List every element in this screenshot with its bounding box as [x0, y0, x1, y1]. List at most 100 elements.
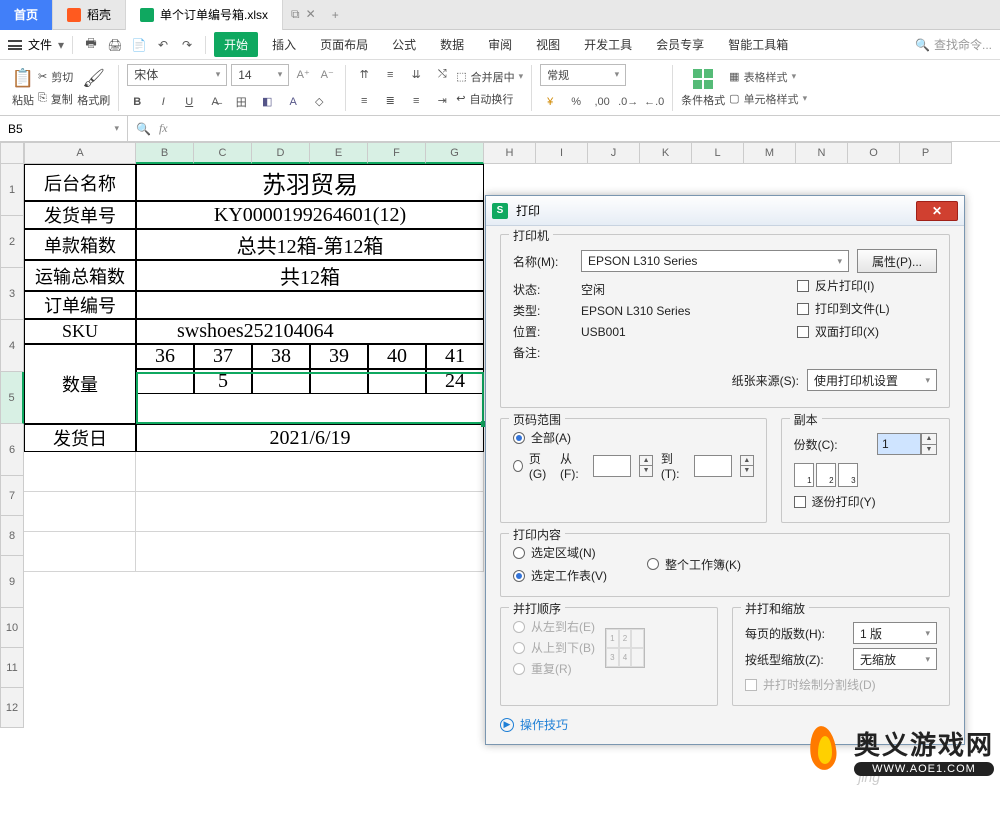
command-search[interactable]: 🔍查找命令... [915, 36, 992, 53]
range-all-radio[interactable]: 全部(A) [513, 429, 754, 446]
save-icon[interactable]: 🖶 [81, 34, 101, 55]
col-L[interactable]: L [692, 142, 744, 164]
row-3[interactable]: 3 [0, 268, 24, 320]
cell-D8[interactable] [252, 369, 310, 394]
border-button[interactable]: 田 [231, 92, 251, 112]
ribbon-tab-smart[interactable]: 智能工具箱 [718, 32, 798, 57]
file-menu[interactable]: 文件 [28, 36, 52, 53]
hamburger-icon[interactable] [8, 40, 22, 50]
ribbon-tab-layout[interactable]: 页面布局 [310, 32, 378, 57]
row-10[interactable]: 10 [0, 608, 24, 648]
cell-G8[interactable]: 24 [426, 369, 484, 394]
cell-A6[interactable]: SKU [24, 319, 136, 344]
tab-workbook[interactable]: 单个订单编号箱.xlsx [126, 0, 283, 30]
col-B[interactable]: B [136, 142, 194, 164]
redo-icon[interactable]: ↷ [177, 38, 197, 52]
cell-A1[interactable]: 后台名称 [24, 164, 136, 201]
ribbon-tab-member[interactable]: 会员专享 [646, 32, 714, 57]
paste-button[interactable]: 📋粘贴 [12, 68, 34, 108]
col-O[interactable]: O [848, 142, 900, 164]
page-to-spin[interactable]: ▲▼ [740, 455, 754, 477]
tab-home[interactable]: 首页 [0, 0, 53, 30]
content-sheet-radio[interactable]: 选定工作表(V) [513, 567, 607, 584]
row-7[interactable]: 7 [0, 476, 24, 516]
collate-check[interactable]: 逐份打印(Y) [794, 493, 937, 510]
col-M[interactable]: M [744, 142, 796, 164]
select-all-corner[interactable] [0, 142, 24, 164]
cell-A9[interactable]: 发货日 [24, 424, 136, 452]
currency-icon[interactable]: ¥ [540, 92, 560, 112]
cut-button[interactable]: ✂剪切 [38, 69, 73, 85]
align-right-icon[interactable]: ≡ [406, 91, 426, 111]
cell-B8[interactable] [136, 369, 194, 394]
bold-button[interactable]: B [127, 92, 147, 112]
ribbon-tab-dev[interactable]: 开发工具 [574, 32, 642, 57]
format-painter-button[interactable]: 🖌格式刷 [77, 68, 110, 108]
merge-center-button[interactable]: ⬚合并居中▾ [456, 69, 523, 85]
col-D[interactable]: D [252, 142, 310, 164]
row-5[interactable]: 5 [0, 372, 24, 424]
wrap-text-button[interactable]: ↩自动换行 [456, 91, 523, 107]
fill-color-button[interactable]: ◧ [257, 92, 277, 112]
percent-icon[interactable]: % [566, 92, 586, 112]
scale-to-select[interactable]: 无缩放▾ [853, 648, 937, 670]
row-6[interactable]: 6 [0, 424, 24, 476]
col-E[interactable]: E [310, 142, 368, 164]
new-tab-button[interactable]: + [322, 8, 349, 22]
printer-select[interactable]: EPSON L310 Series▾ [581, 250, 849, 272]
col-J[interactable]: J [588, 142, 640, 164]
undo-icon[interactable]: ↶ [153, 38, 173, 52]
cell-F7[interactable]: 40 [368, 344, 426, 369]
font-select[interactable]: 宋体▾ [127, 64, 227, 86]
align-top-icon[interactable]: ⇈ [354, 65, 374, 85]
increase-font-icon[interactable]: A⁺ [293, 65, 313, 85]
row-9[interactable]: 9 [0, 556, 24, 608]
align-bottom-icon[interactable]: ⇊ [406, 65, 426, 85]
mirror-print-check[interactable]: 反片打印(I) [797, 277, 937, 294]
font-color-button[interactable]: A [283, 92, 303, 112]
row-1[interactable]: 1 [0, 164, 24, 216]
col-G[interactable]: G [426, 142, 484, 164]
cell-style-button[interactable]: ▢单元格样式▾ [729, 91, 807, 107]
strike-button[interactable]: A̶ [205, 92, 225, 112]
col-A[interactable]: A [24, 142, 136, 164]
row-12[interactable]: 12 [0, 688, 24, 728]
row-4[interactable]: 4 [0, 320, 24, 372]
row-2[interactable]: 2 [0, 216, 24, 268]
row-11[interactable]: 11 [0, 648, 24, 688]
inc-decimal-icon[interactable]: .0→ [618, 92, 638, 112]
orientation-icon[interactable]: ⤭ [432, 65, 452, 85]
col-N[interactable]: N [796, 142, 848, 164]
align-middle-icon[interactable]: ≡ [380, 65, 400, 85]
cell-E8[interactable] [310, 369, 368, 394]
close-tab-icon[interactable]: ✕ [306, 7, 316, 22]
cell-G7[interactable]: 41 [426, 344, 484, 369]
underline-button[interactable]: U [179, 92, 199, 112]
page-to-input[interactable] [694, 455, 732, 477]
cell-E7[interactable]: 39 [310, 344, 368, 369]
printer-properties-button[interactable]: 属性(P)... [857, 249, 937, 273]
number-format-select[interactable]: 常规▾ [540, 64, 626, 86]
cell-B1[interactable]: 苏羽贸易 [136, 164, 484, 201]
cell-B4[interactable]: 共12箱 [136, 260, 484, 291]
name-box[interactable]: B5▾ [0, 116, 128, 141]
cell-A2[interactable]: 发货单号 [24, 201, 136, 229]
italic-button[interactable]: I [153, 92, 173, 112]
fx-icon[interactable]: 🔍 [136, 122, 151, 136]
popout-icon[interactable]: ⧉ [291, 7, 300, 22]
page-from-input[interactable] [593, 455, 631, 477]
ribbon-tab-data[interactable]: 数据 [430, 32, 474, 57]
col-P[interactable]: P [900, 142, 952, 164]
dialog-titlebar[interactable]: S 打印 ✕ [486, 196, 964, 226]
decrease-font-icon[interactable]: A⁻ [317, 65, 337, 85]
range-pages-radio[interactable]: 页(G) [513, 450, 552, 481]
col-I[interactable]: I [536, 142, 588, 164]
copies-spin[interactable]: ▲▼ [921, 433, 937, 455]
indent-icon[interactable]: ⇥ [432, 91, 452, 111]
dialog-close-button[interactable]: ✕ [916, 201, 958, 221]
cell-A5[interactable]: 订单编号 [24, 291, 136, 319]
page-from-spin[interactable]: ▲▼ [639, 455, 653, 477]
cell-B2[interactable]: KY0000199264601(12) [136, 201, 484, 229]
clear-format-button[interactable]: ◇ [309, 92, 329, 112]
cond-format-button[interactable]: 条件格式 [681, 68, 725, 108]
